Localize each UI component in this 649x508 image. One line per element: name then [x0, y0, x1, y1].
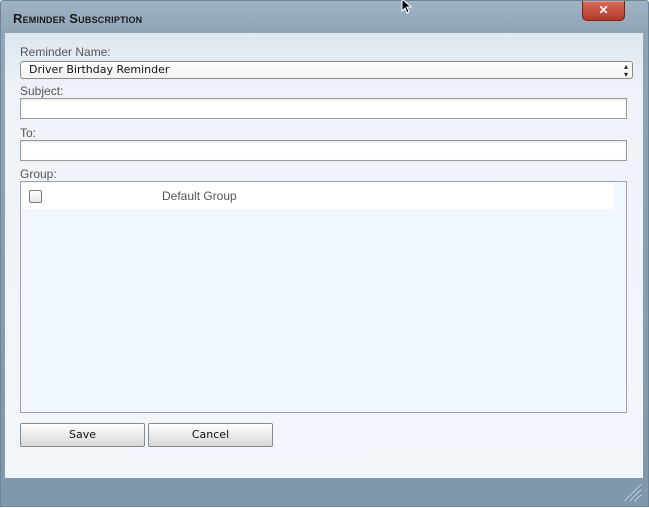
group-row-default[interactable]: Default Group — [22, 183, 614, 209]
close-icon: ✕ — [598, 3, 609, 17]
reminder-name-select[interactable]: Driver Birthday Reminder ▴ ▾ — [20, 61, 633, 79]
save-button[interactable]: Save — [20, 423, 145, 447]
to-label: To: — [20, 126, 37, 140]
dialog-title: Reminder Subscription — [13, 11, 142, 26]
reminder-name-value: Driver Birthday Reminder — [29, 63, 170, 76]
to-input[interactable] — [20, 140, 627, 161]
save-button-label: Save — [68, 428, 96, 441]
cancel-button[interactable]: Cancel — [148, 423, 273, 447]
subject-label: Subject: — [20, 84, 64, 98]
select-arrows-icon: ▴ ▾ — [623, 62, 628, 79]
dialog-titlebar[interactable]: Reminder Subscription ✕ — [1, 1, 648, 33]
resize-grip-icon[interactable] — [621, 481, 643, 503]
default-group-checkbox[interactable] — [29, 190, 42, 203]
mouse-cursor-icon — [401, 0, 413, 14]
cancel-button-label: Cancel — [191, 428, 230, 441]
group-label: Group: — [20, 167, 57, 181]
group-name: Default Group — [162, 189, 237, 203]
reminder-subscription-dialog: Reminder Subscription ✕ Reminder Name: D… — [0, 0, 649, 507]
group-list: Default Group — [20, 181, 627, 413]
dialog-content: Reminder Name: Driver Birthday Reminder … — [5, 33, 643, 478]
close-button[interactable]: ✕ — [582, 1, 625, 21]
reminder-name-label: Reminder Name: — [20, 45, 111, 59]
dialog-title-text: Reminder Subscription — [13, 11, 143, 26]
subject-input[interactable] — [20, 98, 627, 119]
